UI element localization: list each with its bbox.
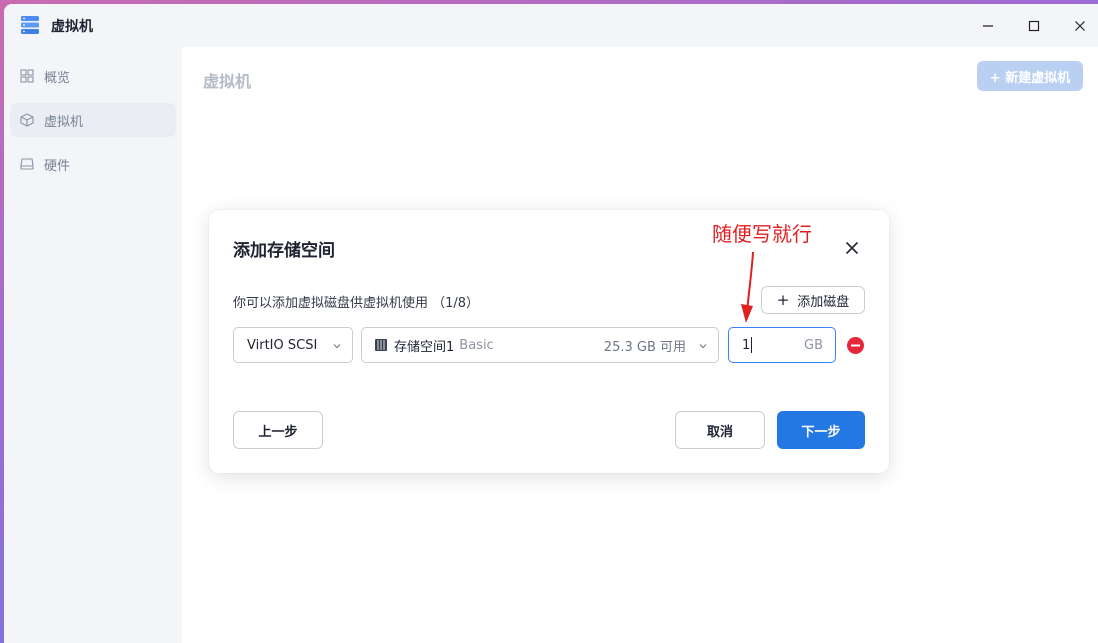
add-disk-label: 添加磁盘	[797, 294, 850, 310]
disk-size-value: 1	[742, 337, 751, 353]
controller-select[interactable]: VirtIO SCSI	[233, 327, 353, 363]
title-bar: 虚拟机	[4, 4, 1098, 47]
annotation-text: 随便写就行	[712, 222, 812, 246]
maximize-icon	[1028, 20, 1040, 32]
storage-pool-select[interactable]: 存储空间1 Basic 25.3 GB 可用	[361, 327, 719, 363]
server-stack-icon	[21, 16, 39, 34]
cube-icon	[20, 113, 34, 127]
page-title: 虚拟机	[203, 72, 252, 91]
maximize-button[interactable]	[1020, 12, 1048, 40]
close-window-button[interactable]	[1066, 12, 1094, 40]
storage-pool-type: Basic	[459, 337, 494, 353]
app-title: 虚拟机	[51, 19, 93, 35]
prev-step-button[interactable]: 上一步	[233, 411, 323, 449]
remove-disk-icon[interactable]	[847, 337, 864, 354]
add-disk-button[interactable]: + 添加磁盘	[761, 286, 865, 314]
dialog-description: 你可以添加虚拟磁盘供虚拟机使用 （1/8）	[233, 296, 480, 311]
chevron-down-icon	[333, 344, 341, 349]
controller-value: VirtIO SCSI	[247, 337, 318, 353]
storage-pool-name: 存储空间1	[394, 339, 455, 355]
drive-icon	[20, 158, 34, 170]
plus-icon: +	[776, 291, 790, 309]
storage-available: 25.3 GB 可用	[603, 339, 686, 355]
sidebar-item-hardware[interactable]: 硬件	[10, 147, 176, 181]
chevron-down-icon	[699, 344, 707, 349]
sidebar-item-label: 虚拟机	[44, 114, 84, 130]
grid-icon	[20, 69, 34, 83]
sidebar: 概览 虚拟机 硬件	[4, 47, 182, 643]
sidebar-item-label: 硬件	[44, 158, 71, 174]
disk-size-unit: GB	[804, 337, 823, 353]
close-dialog-icon[interactable]	[842, 238, 862, 258]
cancel-button[interactable]: 取消	[675, 411, 765, 449]
minimize-icon	[983, 25, 993, 27]
sidebar-item-label: 概览	[44, 70, 71, 86]
disk-size-input[interactable]: 1 GB	[728, 327, 836, 363]
annotation-arrow-icon	[741, 251, 754, 323]
storage-pool-icon	[375, 339, 387, 351]
close-icon	[1075, 21, 1085, 31]
dialog-title: 添加存储空间	[233, 241, 335, 261]
text-caret	[751, 337, 753, 353]
next-step-button[interactable]: 下一步	[777, 411, 865, 449]
add-storage-dialog: 添加存储空间 你可以添加虚拟磁盘供虚拟机使用 （1/8） + 添加磁盘 Virt…	[209, 210, 889, 473]
sidebar-item-vm[interactable]: 虚拟机	[10, 103, 176, 137]
new-vm-button[interactable]: + 新建虚拟机	[977, 61, 1083, 91]
minimize-button[interactable]	[974, 12, 1002, 40]
sidebar-item-overview[interactable]: 概览	[10, 59, 176, 93]
